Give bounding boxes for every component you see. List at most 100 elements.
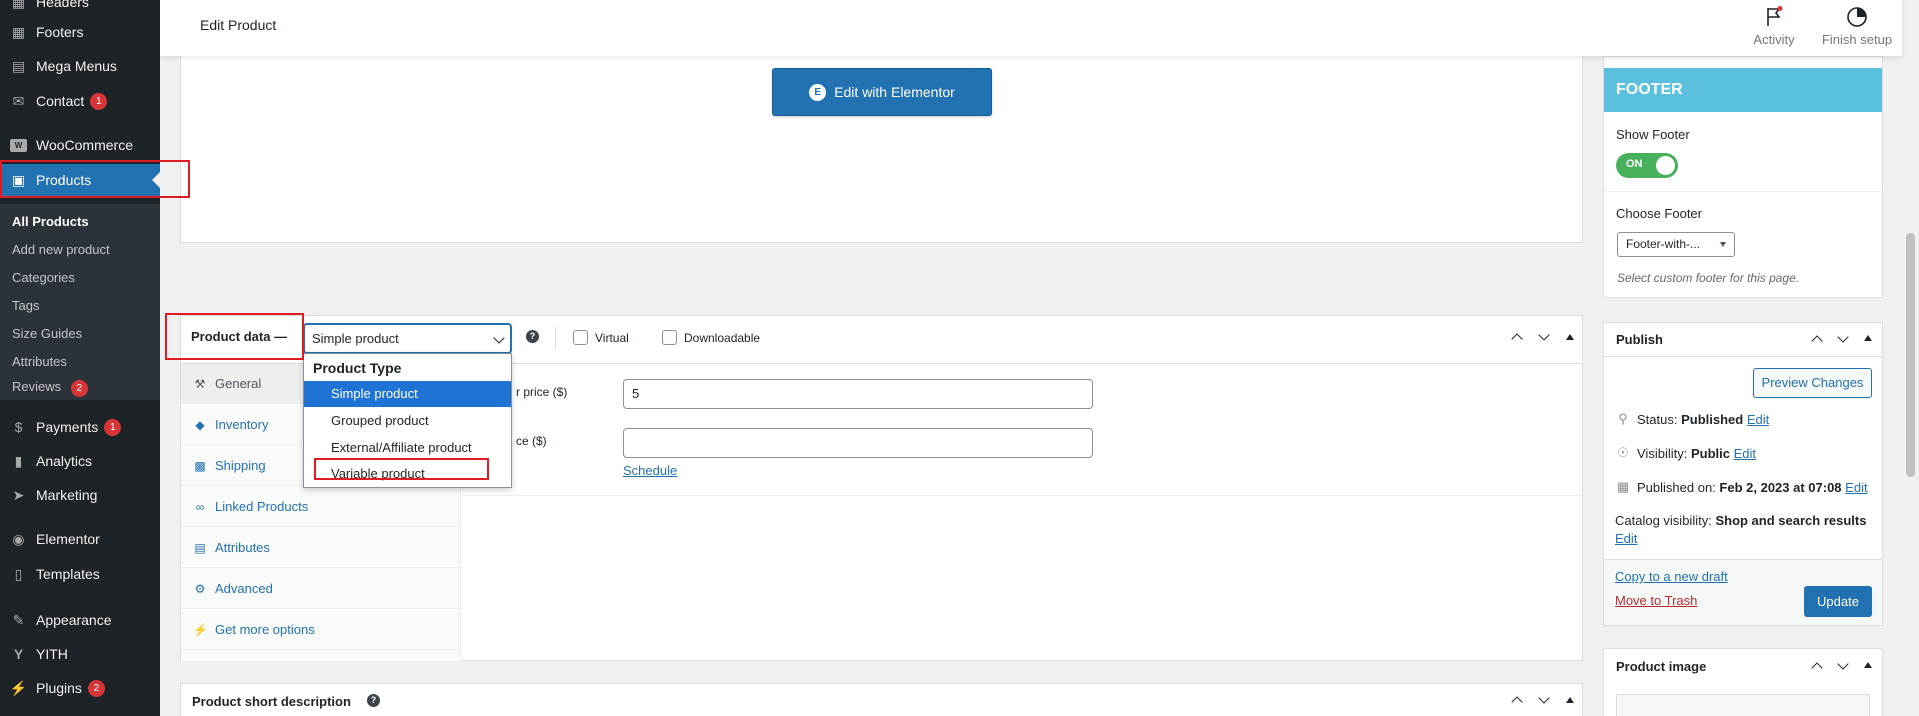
elementor-icon: E xyxy=(809,83,827,101)
move-to-trash-link[interactable]: Move to Trash xyxy=(1615,593,1697,608)
woo-icon: W xyxy=(10,138,27,152)
move-up-button[interactable] xyxy=(1810,332,1824,347)
option-simple-product[interactable]: Simple product xyxy=(304,381,511,407)
submenu-all-products[interactable]: All Products xyxy=(12,214,89,229)
footer-select-value: Footer-with-... xyxy=(1626,237,1701,251)
dropdown-group-label: Product Type xyxy=(313,360,402,376)
footer-select[interactable]: Footer-with-... xyxy=(1617,232,1735,257)
regular-price-input[interactable]: 5 xyxy=(623,379,1093,409)
edit-date-link[interactable]: Edit xyxy=(1845,480,1867,495)
tab-advanced[interactable]: ⚙ Advanced xyxy=(181,569,461,609)
tab-label: Advanced xyxy=(215,581,273,596)
move-down-button[interactable] xyxy=(1537,692,1551,707)
submenu-attributes[interactable]: Attributes xyxy=(12,354,67,369)
submenu-tags[interactable]: Tags xyxy=(12,298,39,313)
move-down-button[interactable] xyxy=(1836,658,1850,673)
sidebar-item-elementor[interactable]: ◉ Elementor xyxy=(0,523,160,555)
mail-icon: ✉ xyxy=(12,92,25,109)
sidebar-item-label: Headers xyxy=(36,0,89,10)
layout-icon: ▦ xyxy=(11,0,26,10)
finish-setup-button[interactable]: Finish setup xyxy=(1820,6,1894,47)
divider xyxy=(462,495,1582,496)
tab-label: Inventory xyxy=(215,417,269,432)
show-footer-label: Show Footer xyxy=(1616,127,1690,142)
product-type-select[interactable]: Simple product xyxy=(304,324,511,353)
sidebar-item-label: Appearance xyxy=(36,612,112,628)
update-button[interactable]: Update xyxy=(1804,586,1872,617)
sidebar-item-templates[interactable]: ▯ Templates xyxy=(0,558,160,590)
short-description-panel xyxy=(180,683,1583,716)
status-value: Published xyxy=(1681,411,1744,427)
edit-status-link[interactable]: Edit xyxy=(1747,412,1769,427)
sidebar-item-yith[interactable]: Y YITH xyxy=(0,638,160,670)
top-header-bar: Edit Product Activity Finish setup xyxy=(160,0,1902,56)
tab-get-more-options[interactable]: ⚡ Get more options xyxy=(181,610,461,650)
layout-icon: ▦ xyxy=(11,23,26,40)
sidebar-item-analytics[interactable]: ▮ Analytics xyxy=(0,445,160,477)
progress-circle-icon xyxy=(1820,6,1894,28)
collapse-toggle-icon[interactable] xyxy=(1566,334,1574,340)
virtual-checkbox[interactable] xyxy=(573,330,588,345)
sidebar-item-footers[interactable]: ▦ Footers xyxy=(0,16,160,48)
submenu-size-guides[interactable]: Size Guides xyxy=(12,326,82,341)
submenu-add-new-product[interactable]: Add new product xyxy=(12,242,110,257)
sidebar-item-marketing[interactable]: ➤ Marketing xyxy=(0,479,160,511)
regular-price-label: r price ($) xyxy=(516,385,568,399)
sale-price-input[interactable] xyxy=(623,428,1093,458)
sidebar-item-woocommerce[interactable]: W WooCommerce xyxy=(0,129,160,161)
chevron-up-icon xyxy=(1811,662,1823,674)
calendar-icon: ▦ xyxy=(1616,479,1630,494)
sidebar-item-mega-menus[interactable]: ▤ Mega Menus xyxy=(0,50,160,82)
option-grouped-product[interactable]: Grouped product xyxy=(304,408,511,434)
chevron-down-icon xyxy=(1538,329,1550,341)
move-up-button[interactable] xyxy=(1810,659,1824,674)
published-label: Published on: xyxy=(1637,479,1716,495)
edit-visibility-link[interactable]: Edit xyxy=(1734,446,1756,461)
submenu-categories[interactable]: Categories xyxy=(12,270,75,285)
divider xyxy=(1604,356,1882,357)
move-down-button[interactable] xyxy=(1537,329,1551,344)
sidebar-item-plugins[interactable]: ⚡ Plugins 2 xyxy=(0,672,160,704)
collapse-toggle-icon[interactable] xyxy=(1864,662,1872,668)
move-up-button[interactable] xyxy=(1510,330,1524,345)
schedule-link[interactable]: Schedule xyxy=(623,463,677,478)
help-icon[interactable]: ? xyxy=(526,330,539,343)
sidebar-item-payments[interactable]: $ Payments 1 xyxy=(0,411,160,443)
move-down-button[interactable] xyxy=(1836,331,1850,346)
visibility-label: Visibility: xyxy=(1637,445,1688,461)
activity-button[interactable]: Activity xyxy=(1747,6,1801,47)
edit-with-elementor-button[interactable]: E Edit with Elementor xyxy=(772,68,992,116)
wrench-icon: ⚒ xyxy=(194,376,206,391)
sidebar-item-label: Marketing xyxy=(36,487,98,503)
tab-attributes[interactable]: ▤ Attributes xyxy=(181,528,461,568)
sidebar-item-products[interactable]: ▣ Products xyxy=(0,164,160,196)
sidebar-item-contact[interactable]: ✉ Contact 1 xyxy=(0,85,160,117)
collapse-toggle-icon[interactable] xyxy=(1566,697,1574,703)
page-scrollbar[interactable] xyxy=(1902,0,1919,716)
product-type-dropdown: Product Type Simple product Grouped prod… xyxy=(303,353,512,488)
status-label: Status: xyxy=(1637,411,1678,427)
submenu-reviews[interactable]: Reviews 2 xyxy=(12,379,88,397)
option-variable-product[interactable]: Variable product xyxy=(304,461,511,487)
scrollbar-thumb[interactable] xyxy=(1906,233,1915,477)
option-external-affiliate-product[interactable]: External/Affiliate product xyxy=(304,435,511,461)
tab-label: Get more options xyxy=(215,622,315,637)
notification-badge: 2 xyxy=(87,679,105,697)
move-up-button[interactable] xyxy=(1510,693,1524,708)
copy-to-draft-link[interactable]: Copy to a new draft xyxy=(1615,569,1728,584)
products-submenu: All Products Add new product Categories … xyxy=(0,204,160,400)
image-placeholder[interactable] xyxy=(1616,694,1870,716)
show-footer-toggle[interactable]: ON xyxy=(1616,153,1678,178)
chevron-down-icon xyxy=(1837,331,1849,343)
collapse-toggle-icon[interactable] xyxy=(1864,335,1872,341)
sale-price-label: ce ($) xyxy=(516,434,547,448)
tab-linked-products[interactable]: ∞ Linked Products xyxy=(181,487,461,527)
sidebar-item-appearance[interactable]: ✎ Appearance xyxy=(0,604,160,636)
brush-icon: ✎ xyxy=(12,611,25,628)
flag-icon xyxy=(1747,6,1801,28)
edit-catalog-link[interactable]: Edit xyxy=(1615,531,1637,546)
help-icon[interactable]: ? xyxy=(367,694,380,707)
sidebar-item-label: Footers xyxy=(36,24,84,40)
downloadable-checkbox[interactable] xyxy=(662,330,677,345)
preview-changes-button[interactable]: Preview Changes xyxy=(1753,368,1872,398)
